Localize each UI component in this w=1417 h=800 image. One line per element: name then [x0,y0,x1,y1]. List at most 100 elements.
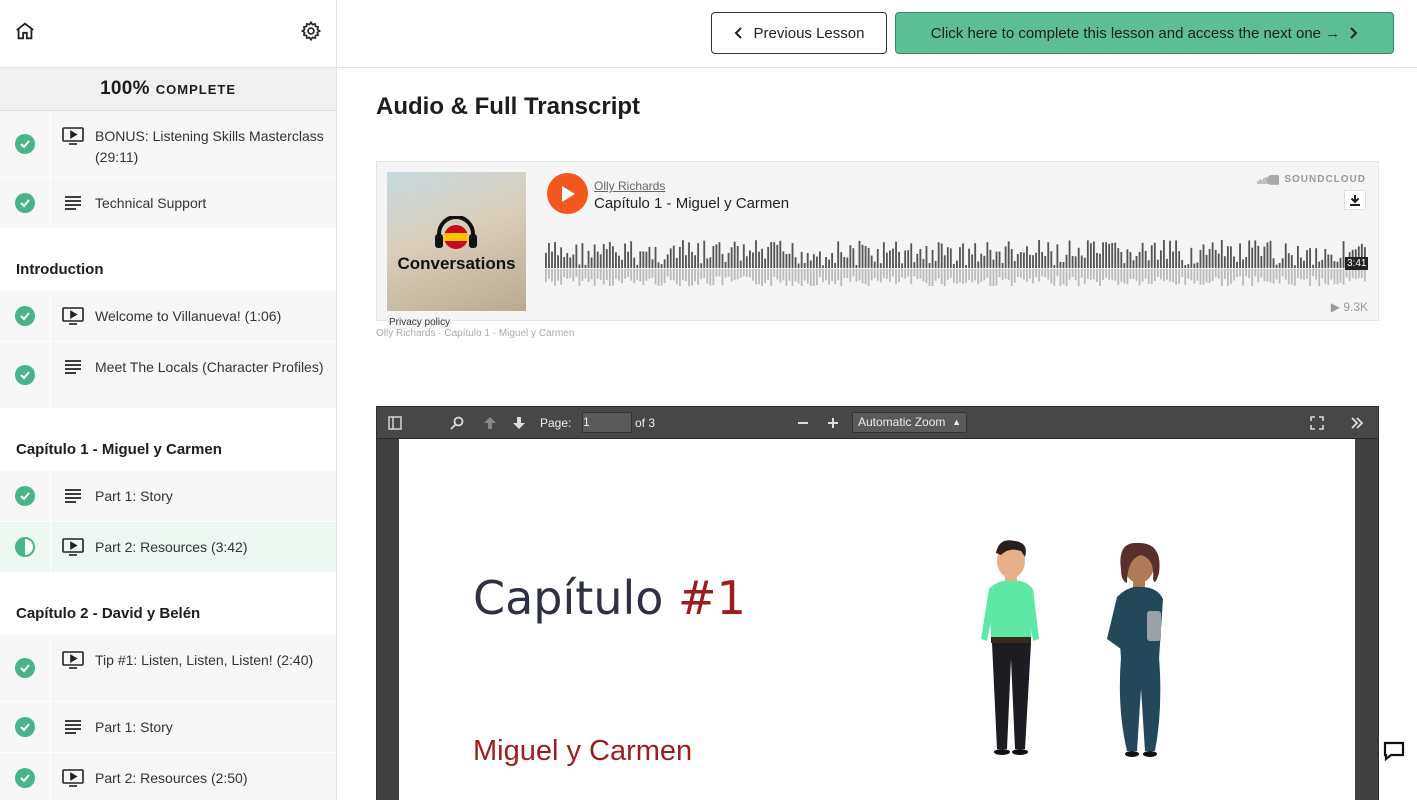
waveform-reflection [788,269,791,281]
check-circle-icon [15,193,35,213]
waveform-reflection [904,269,907,279]
page-number-input[interactable]: 1 [582,412,632,433]
zoom-select[interactable]: Automatic Zoom ▲ [852,412,967,433]
waveform-bar [870,255,873,268]
more-tools-icon[interactable] [1349,407,1365,439]
lecture-item[interactable]: Welcome to Villanueva! (1:06) [0,291,336,342]
waveform-bar [733,241,736,268]
waveform-bar [904,250,907,268]
waveform-bar [1327,254,1330,268]
waveform-bar [1032,255,1034,268]
waveform-bar [1324,248,1327,268]
lecture-item[interactable]: Meet The Locals (Character Profiles) [0,342,336,409]
waveform-bar [1102,242,1104,268]
waveform-reflection [934,269,937,281]
complete-and-continue-button[interactable]: Click here to complete this lesson and a… [895,12,1394,54]
pdf-toolbar: Page: 1 of 3 Automatic Zoom ▲ [377,407,1378,439]
waveform-reflection [1068,269,1071,280]
waveform-reflection [1086,269,1089,279]
lecture-item[interactable]: Technical Support [0,178,336,229]
waveform-bar [1309,248,1311,268]
fullscreen-icon[interactable] [1309,407,1325,439]
waveform-reflection [624,269,626,279]
waveform[interactable] [545,230,1367,286]
waveform-bar [892,248,894,268]
waveform-bar [974,243,977,268]
track-artist-link[interactable]: Olly Richards [594,179,665,193]
waveform-bar [1281,258,1284,268]
previous-lesson-button[interactable]: Previous Lesson [711,12,887,54]
waveform-reflection [548,269,550,279]
waveform-reflection [992,269,995,286]
lecture-item[interactable]: Tip #1: Listen, Listen, Listen! (2:40) [0,635,336,702]
gear-icon[interactable] [300,20,322,47]
completion-status [0,111,51,177]
waveform-bar [1144,250,1147,268]
track-title[interactable]: Capítulo 1 - Miguel y Carmen [594,195,789,212]
waveform-bar [745,256,748,268]
waveform-reflection [919,269,922,279]
lecture-item[interactable]: Part 2: Resources (2:50) [0,753,336,800]
lecture-item[interactable]: Part 1: Story [0,702,336,753]
track-artwork[interactable]: Conversations Privacy policy [387,172,526,329]
waveform-reflection [1129,269,1132,279]
pdf-chapter-title: Capítulo #1 [473,571,746,625]
waveform-reflection [563,269,566,278]
waveform-bar [1071,256,1074,268]
waveform-bar [1196,262,1199,268]
text-lecture-icon [61,193,85,213]
waveform-bar [767,246,770,268]
waveform-reflection [809,269,812,286]
waveform-reflection [1004,269,1007,279]
soundcloud-caption[interactable]: Olly Richards · Capítulo 1 - Miguel y Ca… [376,328,574,339]
waveform-bar [703,240,706,268]
waveform-reflection [876,269,879,281]
home-icon[interactable] [14,20,36,47]
sidebar-toggle-icon[interactable] [387,407,403,439]
waveform-reflection [724,269,727,278]
waveform-bar [1223,256,1226,268]
waveform-reflection [1266,269,1269,282]
waveform-bar [615,252,617,268]
waveform-reflection [1059,269,1062,286]
lecture-item[interactable]: BONUS: Listening Skills Masterclass (29:… [0,111,336,178]
zoom-out-icon[interactable] [795,407,811,439]
waveform-bar [1272,258,1275,268]
waveform-reflection [694,269,697,282]
waveform-reflection [755,269,757,285]
zoom-in-icon[interactable] [825,407,841,439]
waveform-bar [776,244,779,268]
search-icon[interactable] [449,407,465,439]
waveform-reflection [1038,269,1041,282]
lecture-item[interactable]: Part 1: Story [0,471,336,522]
download-button[interactable] [1344,190,1366,210]
waveform-bar [657,262,660,268]
waveform-reflection [721,269,724,286]
completion-status [0,522,51,572]
waveform-reflection [1041,269,1044,277]
waveform-bar [1074,256,1077,268]
waveform-reflection [605,269,608,280]
waveform-reflection [1336,269,1339,285]
soundcloud-logo[interactable]: SOUNDCLOUD [1257,174,1366,185]
waveform-bar [1217,253,1220,268]
play-button[interactable] [547,173,588,214]
waveform-reflection [1236,269,1238,278]
waveform-reflection [551,269,553,282]
lecture-item[interactable]: Part 2: Resources (3:42) [0,522,336,573]
chat-icon[interactable] [1381,738,1407,764]
waveform-reflection [922,269,925,282]
waveform-reflection [825,269,827,281]
waveform-reflection [931,269,934,286]
waveform-reflection [1032,269,1034,284]
chevron-left-icon [734,27,742,39]
waveform-reflection [882,269,885,278]
waveform-bar [873,261,876,268]
arrow-down-icon[interactable] [511,407,527,439]
lecture-content: Part 2: Resources (3:42) [51,522,336,572]
waveform-bar [819,251,821,268]
video-lecture-icon [61,306,85,326]
arrow-up-icon[interactable] [482,407,498,439]
waveform-reflection [1135,269,1138,281]
video-lecture-icon [61,650,85,670]
